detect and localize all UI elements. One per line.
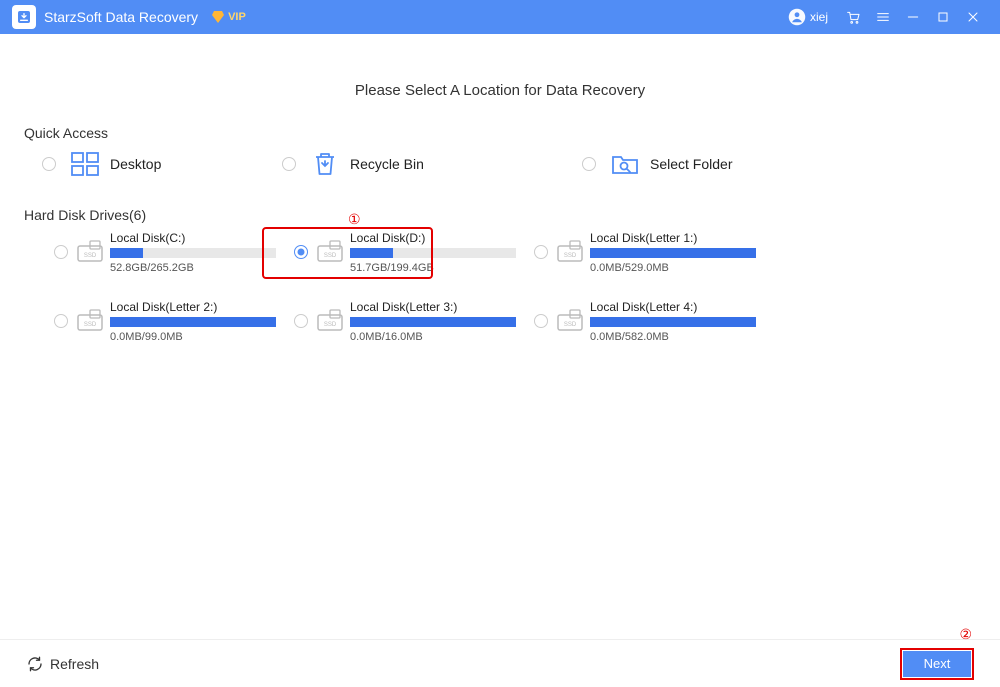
ssd-drive-icon: SSD bbox=[76, 239, 104, 265]
ssd-drive-icon: SSD bbox=[316, 239, 344, 265]
svg-text:SSD: SSD bbox=[324, 253, 337, 259]
radio-icon bbox=[54, 245, 68, 259]
drive-size: 52.8GB/265.2GB bbox=[110, 262, 276, 274]
quick-access-desktop[interactable]: Desktop bbox=[42, 149, 282, 179]
quick-access-label-text: Recycle Bin bbox=[350, 156, 424, 172]
radio-icon bbox=[294, 314, 308, 328]
drive-size: 0.0MB/529.0MB bbox=[590, 262, 756, 274]
usage-bar bbox=[350, 248, 516, 258]
radio-icon bbox=[54, 314, 68, 328]
drive-size: 0.0MB/582.0MB bbox=[590, 331, 756, 343]
user-account[interactable]: xiej bbox=[788, 8, 828, 26]
vip-badge[interactable]: VIP bbox=[210, 9, 246, 25]
radio-icon bbox=[42, 157, 56, 171]
title-bar: StarzSoft Data Recovery VIP xiej bbox=[0, 0, 1000, 34]
close-button[interactable] bbox=[958, 2, 988, 32]
radio-icon bbox=[294, 245, 308, 259]
maximize-button[interactable] bbox=[928, 2, 958, 32]
user-icon bbox=[788, 8, 806, 26]
page-title: Please Select A Location for Data Recove… bbox=[24, 34, 976, 125]
radio-icon bbox=[582, 157, 596, 171]
drive-item[interactable]: SSD Local Disk(C:) 52.8GB/265.2GB bbox=[54, 231, 294, 274]
svg-text:SSD: SSD bbox=[564, 253, 577, 259]
ssd-drive-icon: SSD bbox=[556, 308, 584, 334]
ssd-drive-icon: SSD bbox=[316, 308, 344, 334]
recycle-bin-icon bbox=[310, 149, 340, 179]
app-title: StarzSoft Data Recovery bbox=[44, 9, 198, 25]
quick-access-label: Quick Access bbox=[24, 125, 976, 141]
refresh-icon bbox=[26, 655, 44, 673]
folder-search-icon bbox=[610, 149, 640, 179]
drives-label: Hard Disk Drives(6) bbox=[24, 207, 976, 223]
drive-size: 0.0MB/16.0MB bbox=[350, 331, 516, 343]
usage-bar bbox=[110, 317, 276, 327]
quick-access-label-text: Desktop bbox=[110, 156, 161, 172]
radio-icon bbox=[534, 314, 548, 328]
drive-item[interactable]: SSD Local Disk(D:) 51.7GB/199.4GB bbox=[294, 231, 534, 274]
next-button[interactable]: Next bbox=[903, 651, 971, 677]
quick-access-select-folder[interactable]: Select Folder bbox=[582, 149, 822, 179]
svg-text:SSD: SSD bbox=[84, 253, 97, 259]
menu-button[interactable] bbox=[868, 2, 898, 32]
radio-icon bbox=[282, 157, 296, 171]
drive-name: Local Disk(Letter 1:) bbox=[590, 231, 756, 245]
drive-item[interactable]: SSD Local Disk(Letter 2:) 0.0MB/99.0MB bbox=[54, 300, 294, 343]
svg-text:SSD: SSD bbox=[324, 322, 337, 328]
drive-name: Local Disk(Letter 2:) bbox=[110, 300, 276, 314]
usage-bar bbox=[590, 248, 756, 258]
svg-text:SSD: SSD bbox=[564, 322, 577, 328]
quick-access-label-text: Select Folder bbox=[650, 156, 732, 172]
usage-bar bbox=[590, 317, 756, 327]
drive-item[interactable]: SSD Local Disk(Letter 4:) 0.0MB/582.0MB bbox=[534, 300, 774, 343]
desktop-icon bbox=[70, 149, 100, 179]
usage-bar bbox=[350, 317, 516, 327]
drive-size: 0.0MB/99.0MB bbox=[110, 331, 276, 343]
svg-text:SSD: SSD bbox=[84, 322, 97, 328]
drive-size: 51.7GB/199.4GB bbox=[350, 262, 516, 274]
annotation-box-2: Next bbox=[900, 648, 974, 680]
usage-bar bbox=[110, 248, 276, 258]
minimize-button[interactable] bbox=[898, 2, 928, 32]
radio-icon bbox=[534, 245, 548, 259]
drive-name: Local Disk(D:) bbox=[350, 231, 516, 245]
footer-bar: Refresh ② Next bbox=[0, 639, 1000, 687]
quick-access-recycle-bin[interactable]: Recycle Bin bbox=[282, 149, 522, 179]
ssd-drive-icon: SSD bbox=[556, 239, 584, 265]
drive-item[interactable]: SSD Local Disk(Letter 3:) 0.0MB/16.0MB bbox=[294, 300, 534, 343]
refresh-button[interactable]: Refresh bbox=[26, 655, 99, 673]
app-logo-icon bbox=[12, 5, 36, 29]
cart-button[interactable] bbox=[838, 2, 868, 32]
drive-name: Local Disk(Letter 4:) bbox=[590, 300, 756, 314]
drive-name: Local Disk(C:) bbox=[110, 231, 276, 245]
diamond-icon bbox=[210, 9, 226, 25]
drive-item[interactable]: SSD Local Disk(Letter 1:) 0.0MB/529.0MB bbox=[534, 231, 774, 274]
drive-name: Local Disk(Letter 3:) bbox=[350, 300, 516, 314]
ssd-drive-icon: SSD bbox=[76, 308, 104, 334]
